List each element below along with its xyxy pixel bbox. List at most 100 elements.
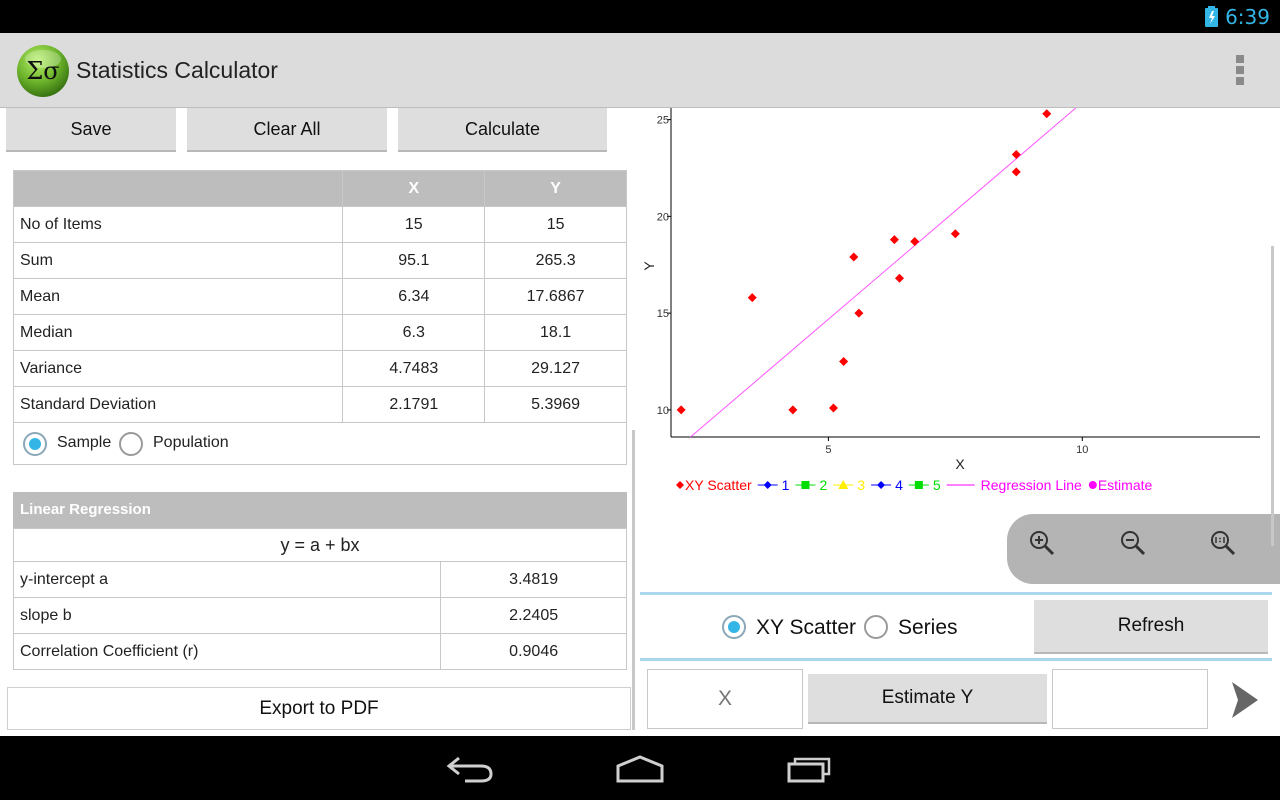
row-label: Correlation Coefficient (r)	[12, 633, 442, 670]
scatter-point	[889, 235, 899, 245]
x-tick-label: 5	[825, 444, 831, 456]
legend-label: XY Scatter	[685, 477, 752, 493]
table-row: Variance 4.7483 29.127	[12, 350, 627, 387]
xy-scatter-label[interactable]: XY Scatter	[756, 616, 856, 640]
table-row: Mean 6.34 17.6867	[12, 278, 627, 315]
row-label: y-intercept a	[12, 561, 442, 598]
x-axis-label: X	[955, 456, 965, 472]
stats-pane: Save Clear All Calculate X Y No of Items…	[0, 108, 636, 736]
series-label[interactable]: Series	[898, 616, 958, 640]
action-bar: Σσ Statistics Calculator	[0, 33, 1280, 108]
right-scrollbar[interactable]	[1271, 246, 1274, 546]
legend-label: 3	[857, 477, 865, 493]
y-value: 5.3969	[484, 386, 627, 423]
y-value: 265.3	[484, 242, 627, 279]
column-header	[12, 170, 344, 207]
table-row: Median 6.3 18.1	[12, 314, 627, 351]
scatter-point	[854, 308, 864, 318]
save-button[interactable]: Save	[6, 108, 176, 152]
table-row: Correlation Coefficient (r) 0.9046	[12, 633, 627, 670]
legend-label: 4	[895, 477, 903, 493]
main-content: Save Clear All Calculate X Y No of Items…	[0, 108, 1280, 736]
row-value: 2.2405	[440, 597, 627, 634]
x-value: 95.1	[342, 242, 486, 279]
sample-radio[interactable]	[23, 432, 47, 456]
legend-marker	[1088, 481, 1097, 489]
back-icon[interactable]	[445, 754, 495, 784]
row-label: No of Items	[12, 206, 344, 243]
sample-population-selector: Sample Population	[13, 422, 627, 465]
scatter-point	[910, 237, 920, 247]
y-tick-label: 20	[657, 211, 669, 223]
legend-marker	[877, 481, 886, 489]
y-value: 17.6867	[484, 278, 627, 315]
row-label: Variance	[12, 350, 344, 387]
overflow-menu-icon[interactable]	[1236, 55, 1244, 87]
calculate-button[interactable]: Calculate	[398, 108, 607, 152]
y-value: 15	[484, 206, 627, 243]
legend-label: Regression Line	[981, 477, 1082, 493]
descriptive-stats-table: X Y No of Items 15 15 Sum 95.1 265.3 Mea…	[12, 170, 627, 423]
zoom-controls	[1007, 514, 1280, 584]
column-header-y: Y	[484, 170, 627, 207]
x-tick-label: 10	[1076, 444, 1088, 456]
legend-marker	[676, 481, 684, 489]
xy-scatter-radio[interactable]	[722, 615, 746, 639]
zoom-in-icon[interactable]	[1029, 530, 1055, 556]
scatter-point	[747, 293, 757, 303]
zoom-reset-icon[interactable]	[1210, 530, 1236, 556]
legend-label: 1	[782, 477, 790, 493]
status-bar: 6:39	[0, 0, 1280, 33]
legend-marker	[914, 481, 923, 489]
row-value: 3.4819	[440, 561, 627, 598]
row-label: Median	[12, 314, 344, 351]
home-icon[interactable]	[615, 754, 665, 784]
estimate-y-button[interactable]: Estimate Y	[808, 674, 1047, 724]
scatter-point	[1011, 167, 1021, 177]
sample-label[interactable]: Sample	[57, 434, 111, 452]
regression-table: y = a + bx y-intercept a 3.4819 slope b …	[12, 528, 627, 670]
x-value: 4.7483	[342, 350, 486, 387]
legend-label: Estimate	[1098, 477, 1153, 493]
row-label: Sum	[12, 242, 344, 279]
next-arrow-icon[interactable]	[1228, 680, 1262, 720]
regression-equation: y = a + bx	[13, 528, 627, 562]
population-radio[interactable]	[119, 432, 143, 456]
scatter-point	[788, 405, 798, 415]
refresh-button[interactable]: Refresh	[1034, 600, 1268, 654]
table-row: slope b 2.2405	[12, 597, 627, 634]
chart-pane: 5 10 10 15 20 25 X Y XY Scatter 1 2 3 4 5 Regression …	[640, 108, 1280, 736]
left-scrollbar[interactable]	[632, 430, 635, 730]
population-label[interactable]: Population	[153, 434, 229, 452]
y-axis-label: Y	[641, 261, 657, 271]
app-title: Statistics Calculator	[76, 57, 278, 83]
y-value: 18.1	[484, 314, 627, 351]
table-header-row: X Y	[12, 170, 627, 207]
x-value: 6.34	[342, 278, 486, 315]
scatter-point	[1011, 149, 1021, 159]
x-value: 2.1791	[342, 386, 486, 423]
y-tick-label: 25	[657, 115, 669, 127]
clear-all-button[interactable]: Clear All	[187, 108, 387, 152]
svg-text:Σσ: Σσ	[26, 57, 59, 85]
row-label: slope b	[12, 597, 442, 634]
status-time: 6:39	[1225, 5, 1270, 29]
recent-apps-icon[interactable]	[786, 754, 836, 784]
table-row: Sum 95.1 265.3	[12, 242, 627, 279]
row-label: Mean	[12, 278, 344, 315]
scatter-point	[1042, 109, 1052, 119]
legend-label: 2	[819, 477, 827, 493]
zoom-out-icon[interactable]	[1120, 530, 1146, 556]
table-row: No of Items 15 15	[12, 206, 627, 243]
navigation-bar	[0, 736, 1280, 800]
export-pdf-button[interactable]: Export to PDF	[7, 687, 631, 730]
estimate-result-field	[1052, 669, 1208, 729]
y-tick-label: 10	[657, 405, 669, 417]
x-input[interactable]	[647, 669, 803, 729]
table-row: y-intercept a 3.4819	[12, 561, 627, 598]
y-tick-label: 15	[657, 308, 669, 320]
series-radio[interactable]	[864, 615, 888, 639]
equation-row: y = a + bx	[13, 528, 627, 562]
row-value: 0.9046	[440, 633, 627, 670]
app-logo-icon: Σσ	[17, 45, 69, 97]
